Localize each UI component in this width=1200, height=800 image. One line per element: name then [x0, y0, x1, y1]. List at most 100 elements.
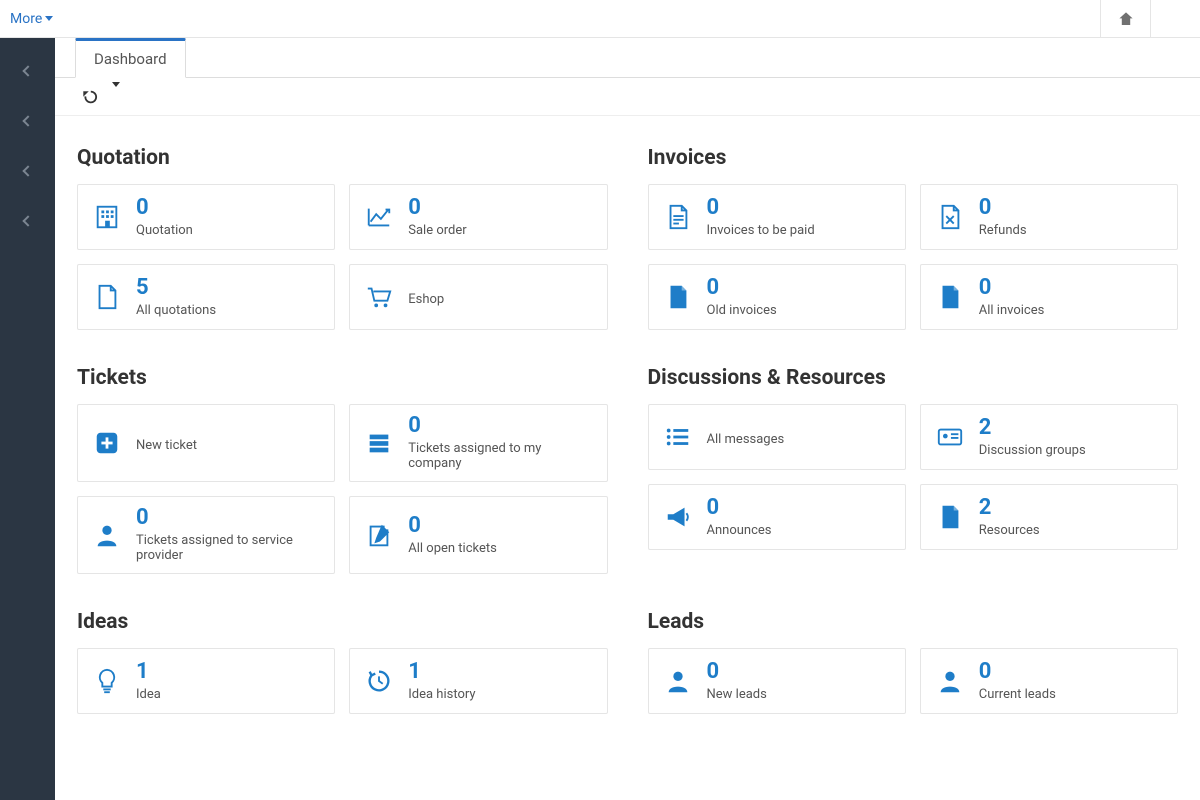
- cards-grid: New ticket 0Tickets assigned to my compan…: [77, 404, 608, 574]
- card-old-invoices[interactable]: 0Old invoices: [648, 264, 906, 330]
- card-label: All messages: [707, 432, 785, 447]
- card-tickets-assigned-to-service-provider[interactable]: 0 Tickets assigned to service provider: [77, 496, 335, 574]
- card-label: Eshop: [408, 292, 444, 307]
- card-discussion-groups[interactable]: 2 Discussion groups: [920, 404, 1178, 470]
- card-eshop[interactable]: Eshop: [349, 264, 607, 330]
- sidebar-item-3[interactable]: [0, 156, 55, 186]
- bulb-icon: [92, 666, 122, 696]
- section-tickets: Tickets New ticket 0Tickets assigned to my…: [77, 356, 608, 600]
- undo-button[interactable]: [80, 88, 98, 106]
- card-idea-history[interactable]: 1Idea history: [349, 648, 607, 714]
- card-value: 0: [408, 197, 466, 219]
- card-body: 0Announces: [707, 497, 772, 538]
- card-value: 0: [408, 415, 592, 437]
- card-new-leads[interactable]: 0 New leads: [648, 648, 906, 714]
- tab-dashboard[interactable]: Dashboard: [75, 38, 186, 78]
- card-body: 0 Tickets assigned to service provider: [136, 507, 320, 563]
- card-refunds[interactable]: 0Refunds: [920, 184, 1178, 250]
- top-right-button[interactable]: [1150, 0, 1200, 37]
- card-body: 0Old invoices: [707, 277, 777, 318]
- section-title: Invoices: [648, 146, 1179, 170]
- user-icon: [663, 666, 693, 696]
- filetext-icon: [663, 202, 693, 232]
- card-label: New ticket: [136, 438, 197, 453]
- card-all-quotations[interactable]: 5All quotations: [77, 264, 335, 330]
- section-title: Leads: [648, 610, 1179, 634]
- card-all-open-tickets[interactable]: 0All open tickets: [349, 496, 607, 574]
- card-label: All open tickets: [408, 541, 497, 556]
- card-label: Tickets assigned to service provider: [136, 533, 320, 563]
- sidebar-item-1[interactable]: [0, 56, 55, 86]
- card-label: Current leads: [979, 687, 1056, 702]
- card-value: 0: [707, 497, 772, 519]
- sidebar: [0, 38, 55, 800]
- sidebar-item-2[interactable]: [0, 106, 55, 136]
- actionbar: [55, 78, 1200, 116]
- card-value: 0: [707, 197, 815, 219]
- chevron-left-icon: [22, 115, 33, 126]
- card-body: 0 New leads: [707, 661, 767, 702]
- card-resources[interactable]: 2Resources: [920, 484, 1178, 550]
- chevron-left-icon: [22, 215, 33, 226]
- bullhorn-icon: [663, 502, 693, 532]
- card-label: Discussion groups: [979, 443, 1086, 458]
- card-label: Resources: [979, 523, 1040, 538]
- card-all-messages[interactable]: All messages: [648, 404, 906, 470]
- card-value: 0: [136, 507, 320, 529]
- card-body: 0All invoices: [979, 277, 1045, 318]
- card-body: 0Invoices to be paid: [707, 197, 815, 238]
- list-icon: [663, 422, 693, 452]
- undo-icon: [80, 88, 98, 106]
- edit-icon: [364, 520, 394, 550]
- card-label: Refunds: [979, 223, 1027, 238]
- server-icon: [364, 428, 394, 458]
- cards-grid: 0Quotation 0Sale order 5All quotations Esho…: [77, 184, 608, 330]
- card-value: 2: [979, 417, 1086, 439]
- sidebar-item-4[interactable]: [0, 206, 55, 236]
- section-title: Tickets: [77, 366, 608, 390]
- home-button[interactable]: [1100, 0, 1150, 37]
- caret-down-icon: [112, 82, 120, 106]
- card-current-leads[interactable]: 0 Current leads: [920, 648, 1178, 714]
- card-label: New leads: [707, 687, 767, 702]
- plus-icon: [92, 428, 122, 458]
- section-discussions: Discussions & ResourcesAll messages2Disc…: [648, 356, 1179, 600]
- card-value: 0: [707, 661, 767, 683]
- section-title: Ideas: [77, 610, 608, 634]
- user-icon: [92, 520, 122, 550]
- card-tickets-assigned-to-my-company[interactable]: 0Tickets assigned to my company: [349, 404, 607, 482]
- card-body: 0Sale order: [408, 197, 466, 238]
- cards-grid: 0Invoices to be paid0Refunds0Old invoice…: [648, 184, 1179, 330]
- cards-grid: 1Idea 1Idea history: [77, 648, 608, 714]
- card-all-invoices[interactable]: 0All invoices: [920, 264, 1178, 330]
- tabbar: Dashboard: [55, 38, 1200, 78]
- card-sale-order[interactable]: 0Sale order: [349, 184, 607, 250]
- card-new-ticket[interactable]: New ticket: [77, 404, 335, 482]
- card-body: 1Idea history: [408, 661, 475, 702]
- card-value: 0: [979, 661, 1056, 683]
- card-invoices-to-be-paid[interactable]: 0Invoices to be paid: [648, 184, 906, 250]
- card-body: 0All open tickets: [408, 515, 497, 556]
- section-leads: Leads 0 New leads 0 Current leads: [648, 600, 1179, 740]
- topbar: More: [0, 0, 1200, 38]
- building-icon: [92, 202, 122, 232]
- card-label: Old invoices: [707, 303, 777, 318]
- section-invoices: Invoices0Invoices to be paid0Refunds0Old…: [648, 136, 1179, 356]
- more-menu[interactable]: More: [4, 11, 59, 27]
- card-idea[interactable]: 1Idea: [77, 648, 335, 714]
- card-label: All invoices: [979, 303, 1045, 318]
- card-quotation[interactable]: 0Quotation: [77, 184, 335, 250]
- filesolid-icon: [663, 282, 693, 312]
- card-body: 5All quotations: [136, 277, 216, 318]
- chart-icon: [364, 202, 394, 232]
- card-label: Idea history: [408, 687, 475, 702]
- section-ideas: Ideas 1Idea 1Idea history: [77, 600, 608, 740]
- file-icon: [92, 282, 122, 312]
- card-announces[interactable]: 0Announces: [648, 484, 906, 550]
- main: Dashboard Quotation 0Quotation 0Sale order…: [55, 38, 1200, 800]
- chevron-left-icon: [22, 165, 33, 176]
- user-icon: [935, 666, 965, 696]
- cart-icon: [364, 282, 394, 312]
- section-title: Quotation: [77, 146, 608, 170]
- actions-dropdown[interactable]: [112, 87, 120, 106]
